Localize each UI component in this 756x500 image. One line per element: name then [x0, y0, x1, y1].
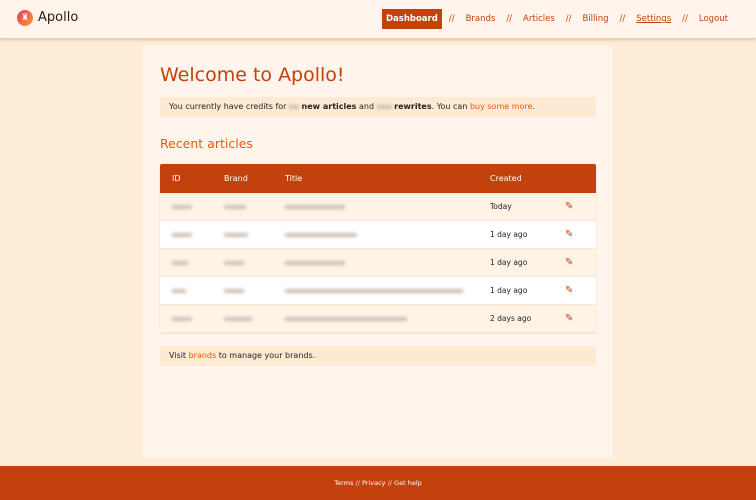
- table-row[interactable]: 1 day ago ✎: [160, 277, 596, 305]
- column-header-created: Created: [490, 174, 522, 183]
- nav-billing[interactable]: Billing: [578, 9, 612, 29]
- column-header-id: ID: [172, 174, 181, 183]
- brands-text: Visit: [169, 351, 187, 360]
- redacted-title: [285, 232, 357, 237]
- table-row[interactable]: 1 day ago ✎: [160, 249, 596, 277]
- cell-created: 1 day ago: [490, 230, 528, 239]
- rewrites-label: rewrites: [394, 102, 432, 111]
- cell-brand: [224, 221, 248, 248]
- redacted-title: [285, 204, 345, 209]
- footer-terms[interactable]: Terms: [334, 479, 353, 487]
- cell-brand: [224, 277, 244, 304]
- redacted-brand: [224, 316, 252, 321]
- redacted-brand: [224, 204, 246, 209]
- cell-brand: [224, 305, 252, 332]
- edit-pencil-icon[interactable]: ✎: [565, 249, 573, 276]
- credits-text: . You can: [431, 102, 468, 111]
- nav-dashboard[interactable]: Dashboard: [381, 9, 442, 29]
- footer: Terms // Privacy // Get help: [0, 466, 756, 500]
- app-name[interactable]: Apollo: [38, 10, 78, 25]
- cell-created: 2 days ago: [490, 314, 532, 323]
- redacted-count: [289, 104, 299, 109]
- edit-pencil-icon[interactable]: ✎: [565, 277, 573, 304]
- nav-articles[interactable]: Articles: [519, 9, 559, 29]
- nav-separator: //: [619, 14, 626, 24]
- redacted-id: [172, 260, 188, 265]
- cell-title: [285, 277, 463, 304]
- brands-link[interactable]: brands: [189, 351, 217, 360]
- nav-separator: //: [506, 14, 513, 24]
- column-header-title: Title: [285, 174, 303, 183]
- table-row[interactable]: 2 days ago ✎: [160, 305, 596, 333]
- cell-title: [285, 193, 345, 220]
- cell-brand: [224, 249, 244, 276]
- cell-id: [172, 277, 186, 304]
- footer-get-help[interactable]: Get help: [394, 479, 422, 487]
- cell-brand: [224, 193, 246, 220]
- redacted-id: [172, 204, 192, 209]
- redacted-brand: [224, 260, 244, 265]
- redacted-id: [172, 232, 192, 237]
- table-row[interactable]: 1 day ago ✎: [160, 221, 596, 249]
- main-content: Welcome to Apollo! You currently have cr…: [143, 46, 613, 458]
- footer-separator: //: [387, 479, 392, 487]
- redacted-title: [285, 316, 407, 321]
- main-nav: Dashboard // Brands // Articles // Billing /…: [381, 9, 732, 29]
- cell-created: Today: [490, 202, 512, 211]
- nav-separator: //: [682, 14, 688, 24]
- cell-created: 1 day ago: [490, 258, 528, 267]
- credits-text: You currently have credits for: [169, 102, 287, 111]
- cell-id: [172, 221, 192, 248]
- redacted-id: [172, 316, 192, 321]
- credits-text: .: [532, 102, 535, 111]
- cell-title: [285, 305, 407, 332]
- footer-privacy[interactable]: Privacy: [362, 479, 386, 487]
- buy-more-link[interactable]: buy some more: [470, 102, 532, 111]
- table-header: ID Brand Title Created: [160, 164, 596, 193]
- nav-settings[interactable]: Settings: [632, 9, 675, 29]
- redacted-title: [285, 260, 345, 265]
- articles-table: ID Brand Title Created Today ✎ 1 day ago…: [160, 164, 596, 333]
- nav-logout[interactable]: Logout: [695, 9, 732, 29]
- cell-id: [172, 193, 192, 220]
- nav-brands[interactable]: Brands: [462, 9, 500, 29]
- cell-id: [172, 305, 192, 332]
- table-row[interactable]: Today ✎: [160, 193, 596, 221]
- column-header-brand: Brand: [224, 174, 248, 183]
- nav-separator: //: [565, 14, 572, 24]
- footer-separator: //: [355, 479, 360, 487]
- cell-title: [285, 249, 345, 276]
- edit-pencil-icon[interactable]: ✎: [565, 221, 573, 248]
- redacted-id: [172, 288, 186, 293]
- brands-text: to manage your brands.: [218, 351, 316, 360]
- cell-title: [285, 221, 357, 248]
- page-title: Welcome to Apollo!: [160, 64, 345, 86]
- redacted-brand: [224, 288, 244, 293]
- top-header: ♜ Apollo Dashboard // Brands // Articles //…: [0, 0, 756, 38]
- credits-notice: You currently have credits for new artic…: [160, 97, 596, 117]
- redacted-title: [285, 288, 463, 293]
- new-articles-label: new articles: [301, 102, 357, 111]
- section-title: Recent articles: [160, 136, 253, 151]
- cell-created: 1 day ago: [490, 286, 528, 295]
- nav-separator: //: [448, 14, 455, 24]
- credits-text: and: [358, 102, 375, 111]
- redacted-count: [376, 104, 392, 109]
- redacted-brand: [224, 232, 248, 237]
- cell-id: [172, 249, 188, 276]
- edit-pencil-icon[interactable]: ✎: [565, 305, 573, 332]
- edit-pencil-icon[interactable]: ✎: [565, 193, 573, 220]
- brands-notice: Visit brands to manage your brands.: [160, 346, 596, 366]
- apollo-logo-icon[interactable]: ♜: [17, 10, 33, 26]
